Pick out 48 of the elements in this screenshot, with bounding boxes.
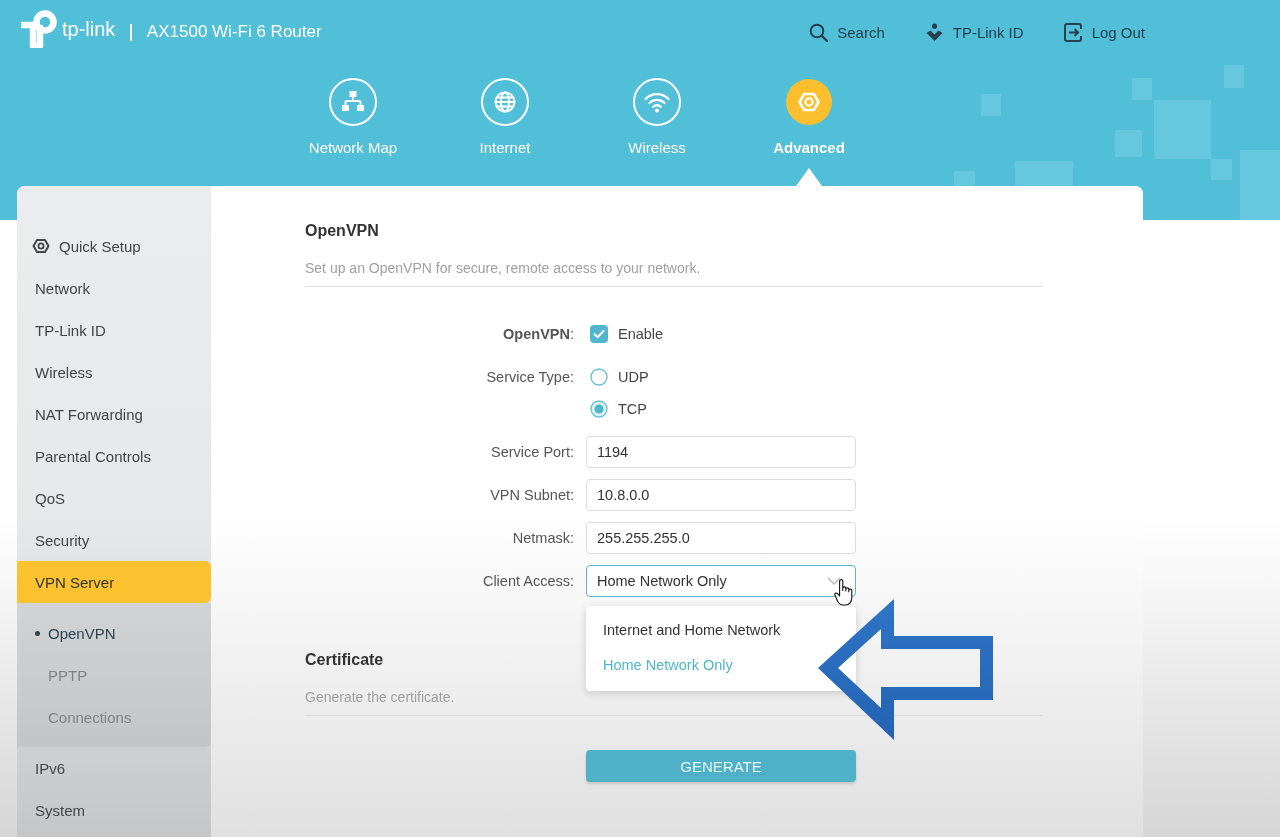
sidebar-item[interactable]: Parental Controls [17, 435, 211, 477]
checkbox-label: Enable [618, 326, 664, 342]
chevron-down-icon [827, 577, 841, 585]
sidebar-subitem[interactable]: OpenVPN [17, 612, 211, 654]
field-label: Service Port: [491, 444, 574, 460]
header-link[interactable]: Search [809, 22, 885, 42]
sidebar-item[interactable]: QoS [17, 477, 211, 519]
sidebar-item[interactable]: Network [17, 267, 211, 309]
input-field[interactable]: 10.8.0.0 [586, 479, 856, 511]
section-description: Generate the certificate. [305, 688, 455, 707]
radio-button[interactable] [590, 368, 608, 386]
network-tree-icon [329, 78, 377, 126]
header-link[interactable]: Log Out [1063, 22, 1145, 42]
header-link[interactable]: TP-Link ID [924, 22, 1024, 42]
radio-button[interactable] [590, 400, 608, 418]
gear-icon [785, 78, 833, 126]
section-title: Certificate [305, 650, 384, 670]
radio-label: TCP [618, 401, 647, 417]
product-title: AX1500 Wi-Fi 6 Router [146, 22, 322, 42]
field-label: Client Access: [482, 573, 574, 589]
sidebar-item[interactable]: TP-Link ID [17, 309, 211, 351]
sidebar-item[interactable]: NAT Forwarding [17, 393, 211, 435]
gear-icon [32, 237, 50, 255]
checkbox[interactable] [590, 325, 608, 343]
field-label: OpenVPN: [503, 326, 574, 342]
dropdown-option[interactable]: Internet and Home Network [586, 613, 856, 648]
globe-icon [481, 78, 529, 126]
search-icon [809, 22, 829, 42]
sidebar-item[interactable]: Wireless [17, 351, 211, 393]
field-label: VPN Subnet: [490, 487, 574, 503]
input-field[interactable]: 1194 [586, 436, 856, 468]
logo-text: tp-link [62, 17, 116, 41]
input-field[interactable]: 255.255.255.0 [586, 522, 856, 554]
sidebar-item[interactable]: IPv6 [17, 747, 211, 789]
field-label: Netmask: [512, 530, 574, 546]
select-field[interactable]: Home Network Only [586, 565, 856, 597]
person-icon [924, 22, 944, 42]
section-description: Set up an OpenVPN for secure, remote access to your network. [305, 259, 701, 278]
sidebar-item[interactable]: Quick Setup [17, 225, 211, 267]
section-title: OpenVPN [305, 221, 379, 241]
sidebar-item[interactable]: System [17, 789, 211, 831]
logout-icon [1063, 22, 1083, 42]
sidebar-item[interactable]: VPN Server [17, 561, 211, 603]
wifi-icon [633, 78, 681, 126]
radio-label: UDP [618, 369, 649, 385]
bullet-dot-icon [35, 630, 40, 636]
field-label: Service Type: [486, 369, 574, 385]
sidebar-item[interactable]: Security [17, 519, 211, 561]
